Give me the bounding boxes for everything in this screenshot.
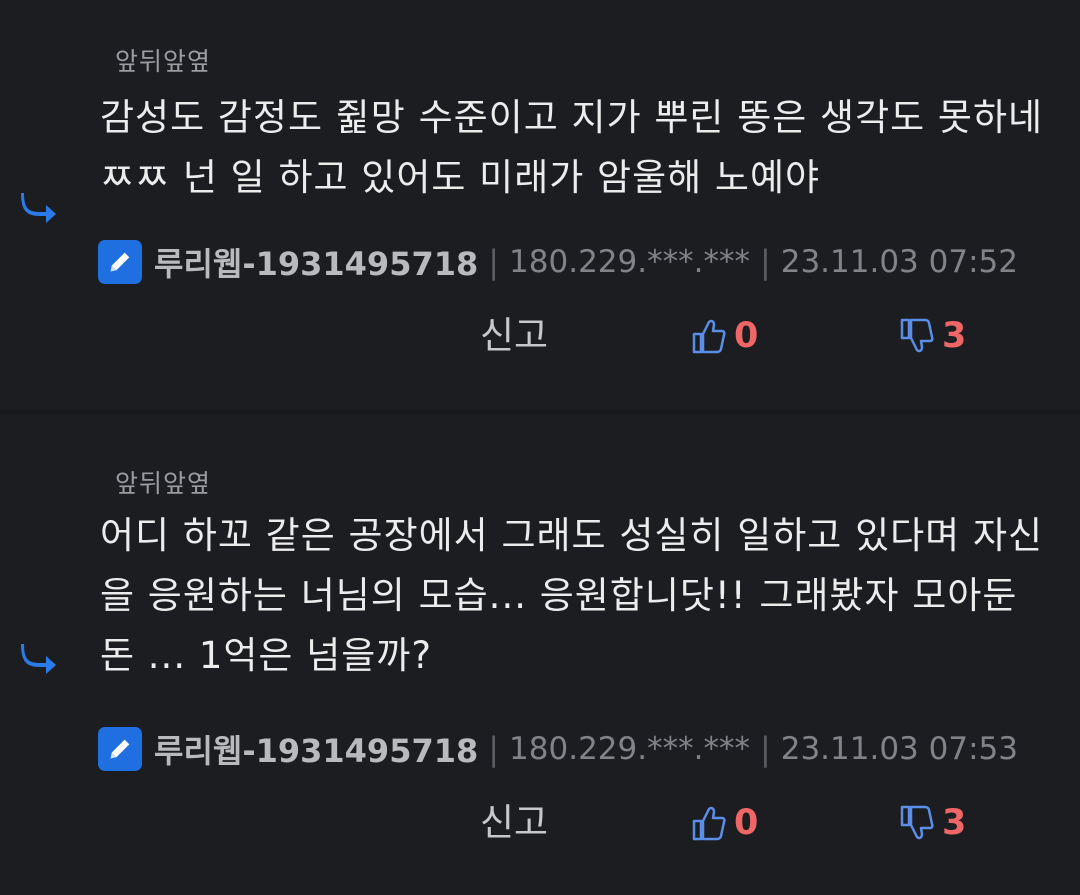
comment-text: 어디 하꼬 같은 공장에서 그래도 성실히 일하고 있다며 자신을 응원하는 너… (100, 514, 1044, 677)
downvote-button[interactable]: 3 (900, 798, 966, 848)
ip-address: 180.229.***.*** (509, 244, 750, 280)
meta-divider: | (759, 243, 771, 281)
report-button[interactable]: 신고 (480, 798, 548, 848)
reply-arrow-icon (18, 190, 58, 224)
downvote-count: 3 (942, 316, 967, 356)
upvote-count: 0 (734, 803, 759, 843)
upvote-button[interactable]: 0 (692, 311, 758, 361)
author-name[interactable]: 루리웹-1931495718 (154, 239, 478, 285)
downvote-count: 3 (942, 803, 967, 843)
comment-label: 앞뒤앞옆 (115, 47, 212, 76)
report-button[interactable]: 신고 (480, 311, 548, 361)
meta-divider: | (759, 730, 771, 768)
upvote-button[interactable]: 0 (692, 798, 758, 848)
comment-item: 앞뒤앞옆 감성도 감정도 쥝망 수준이고 지가 뿌린 똥은 생각도 못하네 ㅉㅉ… (0, 0, 1080, 410)
timestamp: 23.11.03 07:52 (780, 244, 1018, 280)
ip-address: 180.229.***.*** (509, 731, 750, 767)
pencil-icon (98, 240, 142, 284)
reply-arrow-icon (18, 641, 58, 675)
comment-meta: 루리웹-1931495718 | 180.229.***.*** | 23.11… (98, 240, 1018, 284)
comment-item: 앞뒤앞옆 어디 하꼬 같은 공장에서 그래도 성실히 일하고 있다며 자신을 응… (0, 414, 1080, 895)
thumbs-up-icon (692, 319, 726, 354)
comment-actions: 신고 0 3 (0, 798, 1080, 848)
thumbs-up-icon (692, 806, 726, 841)
timestamp: 23.11.03 07:53 (780, 731, 1018, 767)
comment-meta: 루리웹-1931495718 | 180.229.***.*** | 23.11… (98, 727, 1018, 771)
thumbs-down-icon (900, 318, 934, 353)
comment-actions: 신고 0 3 (0, 311, 1080, 361)
upvote-count: 0 (734, 316, 759, 356)
author-name[interactable]: 루리웹-1931495718 (154, 726, 478, 772)
meta-divider: | (488, 243, 500, 281)
pencil-icon (98, 727, 142, 771)
meta-divider: | (488, 730, 500, 768)
thumbs-down-icon (900, 805, 934, 840)
downvote-button[interactable]: 3 (900, 311, 966, 361)
comment-text: 감성도 감정도 쥝망 수준이고 지가 뿌린 똥은 생각도 못하네 ㅉㅉ 넌 일 … (100, 96, 1044, 199)
comment-label: 앞뒤앞옆 (115, 469, 212, 498)
